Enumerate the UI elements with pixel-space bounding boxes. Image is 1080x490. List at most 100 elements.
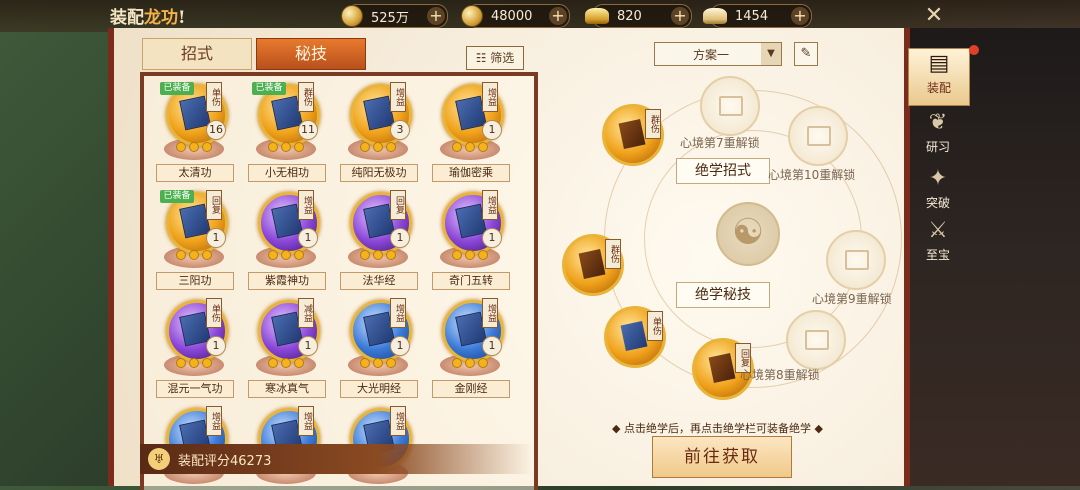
skill-card[interactable]: 增益 3 纯阳无极功 (334, 80, 422, 184)
treasure-icon: ⚔ (928, 218, 948, 243)
star-dots (452, 250, 492, 260)
skill-level: 1 (390, 336, 410, 356)
add-silver-ingots-button[interactable]: + (791, 7, 809, 25)
skill-tag: 回复 (206, 190, 222, 220)
book-icon (578, 248, 606, 280)
star-dots (452, 358, 492, 368)
book-icon (620, 320, 648, 352)
score-label: 装配评分46273 (178, 454, 272, 469)
close-button[interactable]: ✕ (920, 2, 948, 30)
skill-tag: 回复 (390, 190, 406, 220)
gold-coin-icon (461, 5, 483, 27)
yin-yang-icon: ☯ (716, 202, 780, 266)
plan-dropdown[interactable]: 方案一 ▼ (654, 42, 782, 66)
skill-name: 小无相功 (248, 164, 326, 182)
main-panel: 招式 秘技 ☷ 筛选 单伤 已装备 16 太清功 群伤 已装备 11 小无相功 增益 3 纯阳无极功… (108, 28, 910, 490)
equip-slot-2[interactable]: 群伤 (562, 234, 624, 296)
skill-name: 太清功 (156, 164, 234, 182)
skill-tag: 减益 (298, 298, 314, 328)
nav-study[interactable]: ❦ 研习 (908, 108, 968, 164)
nav-breakthrough[interactable]: ✦ 突破 (908, 164, 968, 220)
nav-treasure[interactable]: ⚔ 至宝 (908, 216, 968, 272)
nav-label: 研习 (925, 140, 950, 154)
unlock-hint-7: 心境第7重解锁 (680, 136, 760, 150)
skill-level: 1 (482, 120, 502, 140)
tab-secrets[interactable]: 秘技 (256, 38, 366, 70)
skill-name: 三阳功 (156, 272, 234, 290)
equip-slot-locked-8[interactable] (786, 310, 846, 370)
equip-icon: ▤ (928, 51, 950, 76)
star-dots (176, 250, 216, 260)
skill-name: 混元一气功 (156, 380, 234, 398)
skill-card[interactable]: 增益 1 瑜伽密乘 (426, 80, 514, 184)
skill-tag: 增益 (206, 406, 222, 436)
slot-tag: 群伤 (645, 109, 661, 139)
skill-tag: 单伤 (206, 82, 222, 112)
resource-coins: 525万 + (341, 4, 448, 28)
tab-moves[interactable]: 招式 (142, 38, 252, 70)
skill-tag: 增益 (390, 298, 406, 328)
nav-label: 至宝 (925, 248, 950, 262)
lock-icon (845, 250, 869, 270)
skill-card[interactable]: 群伤 已装备 11 小无相功 (242, 80, 330, 184)
side-nav: ▤ 装配 ❦ 研习 ✦ 突破 ⚔ 至宝 (902, 44, 979, 464)
filter-button[interactable]: ☷ 筛选 (466, 46, 524, 70)
add-gold-ingots-button[interactable]: + (671, 7, 689, 25)
skill-card[interactable]: 增益 1 紫霞神功 (242, 188, 330, 292)
skill-name: 纯阳无极功 (340, 164, 418, 182)
resource-value: 820 (617, 8, 642, 24)
skill-tag: 增益 (390, 406, 406, 436)
study-icon: ❦ (928, 110, 948, 135)
pencil-icon[interactable]: ✎ (794, 42, 818, 66)
equip-slot-locked-10[interactable] (788, 106, 848, 166)
resource-value: 1454 (735, 8, 769, 24)
skill-card[interactable]: 单伤 已装备 16 太清功 (150, 80, 238, 184)
add-coins-button[interactable]: + (427, 7, 445, 25)
skill-tag: 增益 (298, 190, 314, 220)
add-gold-coins-button[interactable]: + (549, 7, 567, 25)
star-dots (268, 358, 308, 368)
equip-slot-3[interactable]: 单伤 (604, 306, 666, 368)
skill-level: 16 (206, 120, 226, 140)
skill-card[interactable]: 增益 1 大光明经 (334, 296, 422, 400)
skill-card[interactable]: 增益 1 奇门五转 (426, 188, 514, 292)
secrets-slot-label: 绝学秘技 (676, 282, 770, 308)
skill-name: 寒冰真气 (248, 380, 326, 398)
resource-value: 525万 (371, 10, 409, 26)
resource-silver-ingots: 1454 + (703, 4, 812, 28)
equip-slot-locked-9[interactable] (826, 230, 886, 290)
skill-tag: 增益 (482, 82, 498, 112)
skill-grid: 单伤 已装备 16 太清功 群伤 已装备 11 小无相功 增益 3 纯阳无极功 增益 1 瑜伽密乘 回复 已装… (140, 72, 538, 490)
skill-name: 金刚经 (432, 380, 510, 398)
star-dots (268, 250, 308, 260)
skill-card[interactable]: 回复 已装备 1 三阳功 (150, 188, 238, 292)
skill-level: 1 (482, 336, 502, 356)
skill-name: 紫霞神功 (248, 272, 326, 290)
skill-name: 奇门五转 (432, 272, 510, 290)
equip-slot-locked-7[interactable] (700, 76, 760, 136)
notification-dot (969, 45, 979, 55)
star-dots (452, 142, 492, 152)
skill-tag: 增益 (482, 190, 498, 220)
title-banner: 装配龙功! (110, 3, 185, 28)
skill-tag: 群伤 (298, 82, 314, 112)
skill-card[interactable]: 回复 1 法华经 (334, 188, 422, 292)
star-dots (360, 142, 400, 152)
star-dots (360, 250, 400, 260)
skill-level: 1 (482, 228, 502, 248)
nav-equip[interactable]: ▤ 装配 (908, 45, 979, 106)
title-prefix: 装配 (110, 8, 144, 28)
score-bar: ♅ 装配评分46273 (140, 444, 532, 474)
skill-card[interactable]: 减益 1 寒冰真气 (242, 296, 330, 400)
resource-gold-ingots: 820 + (585, 4, 692, 28)
skill-tag: 增益 (298, 406, 314, 436)
skill-level: 11 (298, 120, 318, 140)
skill-tag: 单伤 (206, 298, 222, 328)
go-obtain-button[interactable]: 前往获取 (652, 436, 792, 478)
chevron-down-icon: ▼ (761, 43, 781, 65)
skill-level: 1 (206, 336, 226, 356)
equip-slot-1[interactable]: 群伤 (602, 104, 664, 166)
nav-label: 装配 (926, 81, 951, 95)
skill-card[interactable]: 单伤 1 混元一气功 (150, 296, 238, 400)
skill-card[interactable]: 增益 1 金刚经 (426, 296, 514, 400)
